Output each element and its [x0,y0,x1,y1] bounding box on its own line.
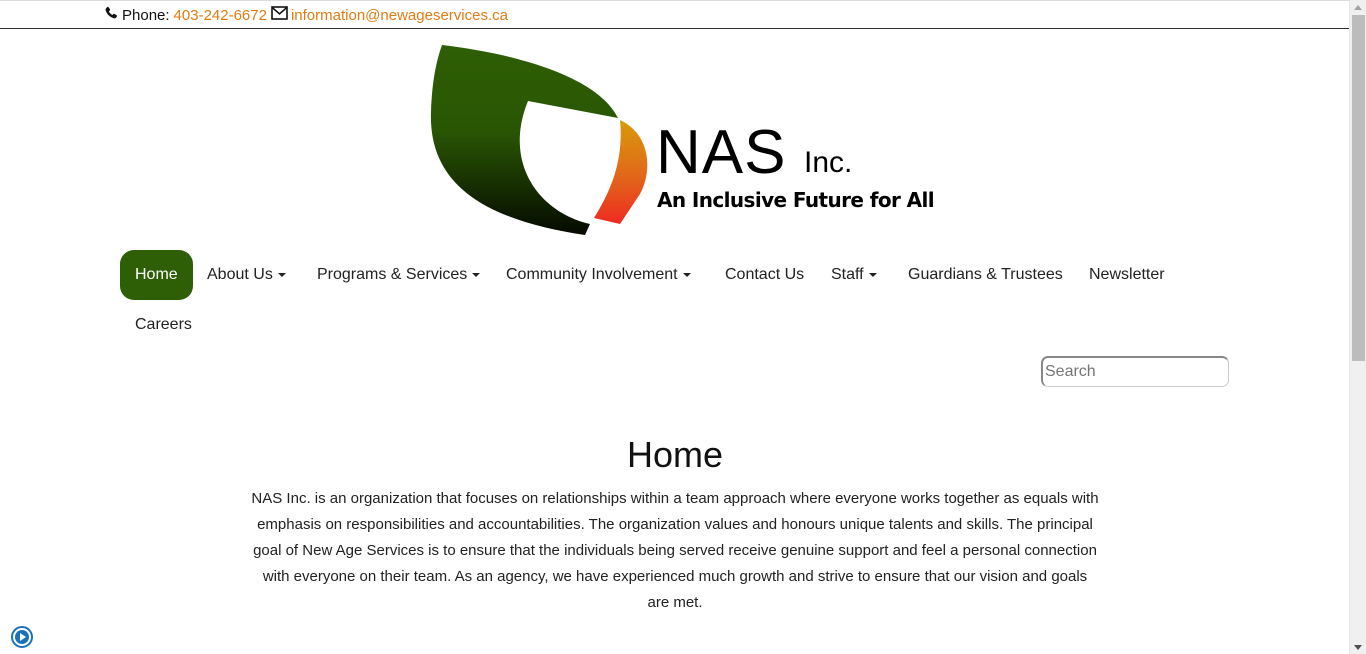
search-input[interactable] [1041,356,1229,387]
top-contact-bar: Phone: 403-242-6672 information@newagese… [0,0,1349,29]
nav-item-label: Newsletter [1089,266,1165,283]
phone-label: Phone: [122,6,170,24]
nav-item-label: Community Involvement [506,266,678,283]
nav-item-staff[interactable]: Staff [831,250,877,300]
logo-name: NAS [656,118,787,187]
page: Phone: 403-242-6672 information@newagese… [0,0,1349,654]
nav-item-home[interactable]: Home [120,250,193,300]
nav-item-about-us[interactable]: About Us [207,250,286,300]
play-circle-icon[interactable] [11,626,33,648]
nav-item-label: Careers [135,316,192,333]
nav-item-programs-services[interactable]: Programs & Services [317,250,481,300]
nav-item-label: Guardians & Trustees [908,266,1063,283]
nav-item-label: Contact Us [725,266,805,283]
play-icon [15,630,29,644]
nav-item-label: About Us [207,266,273,283]
page-title: Home [626,434,724,475]
intro-paragraph: NAS Inc. is an organization that focuses… [251,490,1099,611]
logo-tagline: An Inclusive Future for All [657,188,935,212]
scroll-up-arrow-icon[interactable] [1354,5,1362,10]
vertical-scrollbar[interactable] [1349,0,1366,654]
nav-item-contact-us[interactable]: Contact Us [725,250,804,300]
site-logo[interactable]: NAS Inc. An Inclusive Future for All [428,42,935,238]
caret-down-icon [868,272,877,277]
envelope-icon [271,6,288,25]
scrollbar-thumb[interactable] [1352,15,1365,361]
contact-info: Phone: 403-242-6672 information@newagese… [104,6,508,25]
leaf-logo-mark [430,45,648,235]
nav-item-careers[interactable]: Careers [135,300,192,350]
email-link[interactable]: information@newageservices.ca [291,7,508,25]
main-content: Home NAS Inc. is an organization that fo… [250,432,1100,616]
phone-icon [104,6,118,25]
nav-item-guardians-trustees[interactable]: Guardians & Trustees [908,250,1063,300]
nav-item-label: Staff [831,266,864,283]
caret-down-icon [277,272,286,277]
caret-down-icon [472,272,481,277]
nav-item-community-involvement[interactable]: Community Involvement [506,250,691,300]
nav-item-newsletter[interactable]: Newsletter [1089,250,1165,300]
scroll-down-arrow-icon[interactable] [1354,645,1362,650]
phone-number-link[interactable]: 403-242-6672 [174,7,267,25]
nav-item-label: Programs & Services [317,266,468,283]
logo-suffix: Inc. [804,146,853,179]
caret-down-icon [682,272,691,277]
nav-item-label: Home [135,266,178,283]
